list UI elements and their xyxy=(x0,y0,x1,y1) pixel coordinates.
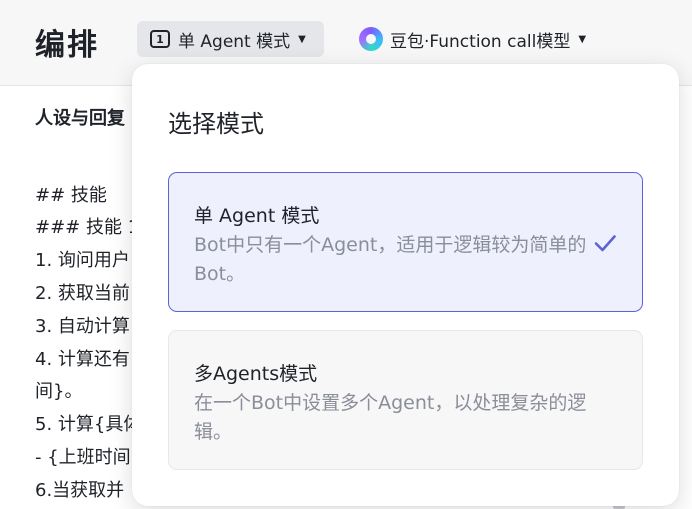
caret-down-icon: ▼ xyxy=(578,33,587,45)
editor-line: ## 技能 xyxy=(35,185,107,206)
editor-line: 4. 计算还有 xyxy=(35,349,130,370)
mode-select-button[interactable]: 1 单 Agent 模式 ▼ xyxy=(137,21,324,57)
editor-line: 5. 计算{具体 xyxy=(35,414,142,435)
multi-agents-mode-option[interactable]: 多Agents模式 在一个Bot中设置多个Agent，以处理复杂的逻辑。 xyxy=(168,330,643,470)
option-title: 多Agents模式 xyxy=(194,363,318,385)
check-icon xyxy=(594,235,616,252)
editor-line: 间}。 xyxy=(35,381,83,402)
agent-mode-icon: 1 xyxy=(150,30,170,48)
page-title: 编排 xyxy=(35,28,99,63)
editor-line: - {上班时间 xyxy=(35,447,131,468)
option-title: 单 Agent 模式 xyxy=(194,205,320,227)
mode-button-label: 单 Agent 模式 xyxy=(178,31,291,52)
panel-title: 选择模式 xyxy=(168,110,264,138)
caret-down-icon: ▼ xyxy=(298,33,306,45)
option-description: 在一个Bot中设置多个Agent，以处理复杂的逻辑。 xyxy=(194,392,587,443)
editor-line: 2. 获取当前 xyxy=(35,283,130,304)
editor-heading: 人设与回复 xyxy=(35,108,125,129)
model-select-button[interactable]: 豆包·Function call模型 ▼ xyxy=(359,24,586,54)
option-description: Bot中只有一个Agent，适用于逻辑较为简单的Bot。 xyxy=(194,234,587,285)
doubao-logo-icon xyxy=(359,27,383,51)
editor-line: ### 技能 1 xyxy=(35,217,140,238)
mode-dropdown-panel: 选择模式 单 Agent 模式 Bot中只有一个Agent，适用于逻辑较为简单的… xyxy=(132,64,679,506)
single-agent-mode-option[interactable]: 单 Agent 模式 Bot中只有一个Agent，适用于逻辑较为简单的Bot。 xyxy=(168,172,643,312)
editor-line: 3. 自动计算 xyxy=(35,316,130,337)
editor-line: 6.当获取并 xyxy=(35,480,125,501)
editor-line: 1. 询问用户 xyxy=(35,250,130,271)
model-label: 豆包·Function call模型 xyxy=(390,31,571,52)
